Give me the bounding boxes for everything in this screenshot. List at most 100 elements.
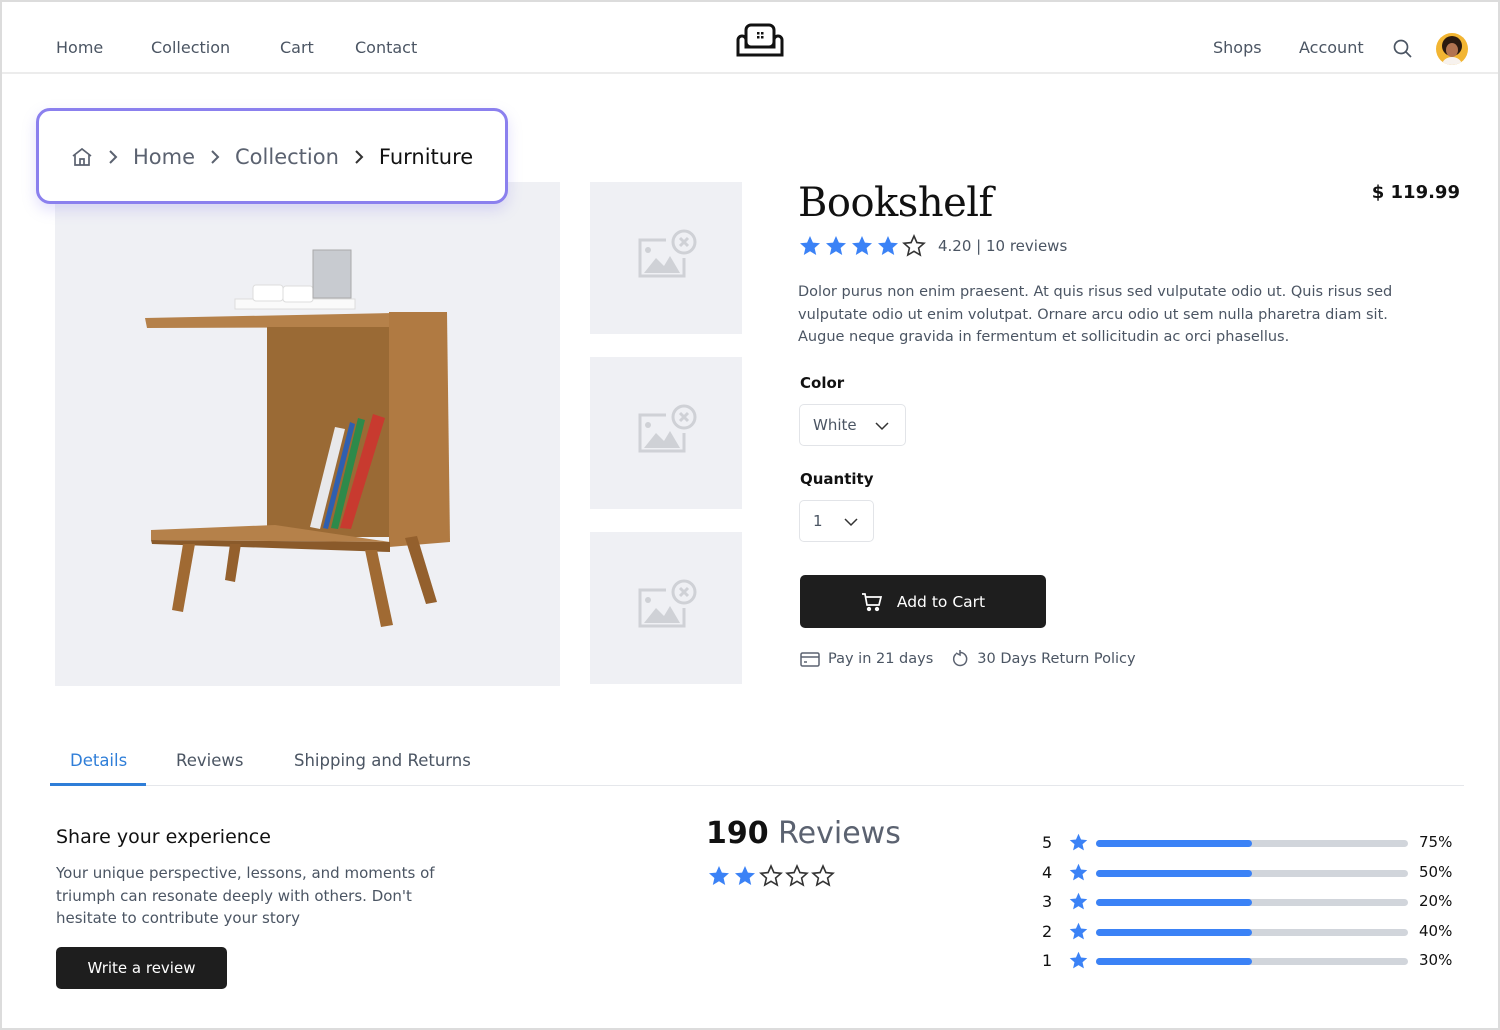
star-filled-icon — [878, 236, 898, 255]
star-empty-icon — [785, 864, 809, 887]
rating-bar-track — [1096, 928, 1408, 936]
rating-breakdown: 5 75% 4 50% 3 20% 2 40% 1 30% — [1042, 831, 1462, 979]
rating-row-4[interactable]: 4 50% — [1042, 861, 1462, 891]
avatar-portrait-icon — [1442, 36, 1462, 65]
product-rating: 4.20 | 10 reviews — [798, 234, 1067, 258]
thumbnail-1[interactable] — [590, 182, 742, 334]
tab-shipping-returns[interactable]: Shipping and Returns — [294, 751, 471, 784]
color-select[interactable]: White — [799, 404, 906, 446]
star-filled-icon — [826, 236, 846, 255]
share-heading: Share your experience — [56, 826, 271, 848]
chevron-right-icon — [109, 150, 118, 164]
star-empty-icon — [902, 234, 926, 257]
quantity-label: Quantity — [800, 470, 874, 488]
rating-bar-fill — [1096, 928, 1252, 936]
color-value: White — [813, 416, 857, 434]
rating-row-2[interactable]: 2 40% — [1042, 920, 1462, 950]
rating-row-stars-label: 4 — [1042, 862, 1053, 882]
nav-home[interactable]: Home — [56, 38, 103, 57]
thumbnail-2[interactable] — [590, 357, 742, 509]
color-label: Color — [800, 374, 845, 392]
tab-reviews[interactable]: Reviews — [176, 751, 243, 784]
page: Home Collection Cart Contact Shops Accou… — [2, 2, 1498, 1028]
rating-stars — [798, 234, 928, 258]
cart-icon — [861, 592, 882, 611]
active-tab-indicator — [50, 783, 146, 786]
nav-collection[interactable]: Collection — [151, 38, 230, 57]
rating-row-stars-label: 1 — [1042, 951, 1053, 970]
rating-row-3[interactable]: 3 20% — [1042, 890, 1462, 920]
breadcrumb: Home Collection Furniture — [36, 108, 508, 204]
perk-pay-later: Pay in 21 days — [800, 651, 933, 667]
rating-bar-track — [1096, 840, 1408, 847]
rating-bar-track — [1096, 899, 1408, 906]
breadcrumb-collection[interactable]: Collection — [235, 145, 339, 169]
rating-bar-track — [1096, 958, 1408, 965]
chevron-right-icon — [355, 150, 364, 164]
user-avatar[interactable] — [1436, 33, 1468, 65]
star-filled-icon — [1069, 863, 1088, 880]
rating-row-percent: 30% — [1419, 951, 1453, 969]
review-count-number: 190 — [706, 816, 769, 851]
product-price: $ 119.99 — [1371, 182, 1460, 203]
star-filled-icon — [1069, 833, 1088, 851]
nav-shops[interactable]: Shops — [1213, 38, 1262, 57]
star-filled-icon — [1069, 922, 1088, 939]
review-summary-stars — [707, 864, 837, 888]
rating-row-stars-label: 3 — [1042, 892, 1053, 911]
rating-bar-fill — [1096, 869, 1252, 877]
rating-row-5[interactable]: 5 75% — [1042, 831, 1462, 861]
perk-return-policy: 30 Days Return Policy — [951, 650, 1136, 668]
nav-account[interactable]: Account — [1299, 38, 1364, 57]
write-review-button[interactable]: Write a review — [56, 947, 227, 989]
add-to-cart-button[interactable]: Add to Cart — [800, 575, 1046, 628]
review-count: 190 Reviews — [706, 816, 901, 851]
breadcrumb-home[interactable]: Home — [133, 145, 195, 169]
star-filled-icon — [800, 236, 820, 255]
nav-contact[interactable]: Contact — [355, 38, 417, 57]
chevron-right-icon — [211, 150, 220, 164]
quantity-select[interactable]: 1 — [799, 500, 874, 542]
rating-row-stars-label: 5 — [1042, 833, 1053, 852]
top-nav: Home Collection Cart Contact Shops Accou… — [2, 2, 1498, 74]
star-empty-icon — [759, 864, 783, 887]
purchase-perks: Pay in 21 days 30 Days Return Policy — [800, 650, 1154, 668]
return-icon — [953, 650, 968, 667]
rating-row-percent: 40% — [1419, 921, 1453, 940]
product-title: Bookshelf — [798, 180, 993, 226]
broken-image-icon — [638, 404, 697, 453]
rating-bar-fill — [1096, 899, 1252, 906]
star-filled-icon — [852, 236, 872, 255]
product-main-image[interactable] — [55, 182, 560, 686]
sofa-icon[interactable] — [734, 20, 786, 60]
broken-image-icon — [638, 229, 697, 278]
rating-row-stars-label: 2 — [1042, 921, 1053, 941]
search-icon[interactable] — [1392, 38, 1414, 60]
star-filled-icon — [1069, 951, 1088, 969]
rating-row-percent: 75% — [1419, 833, 1453, 851]
share-description: Your unique perspective, lessons, and mo… — [56, 864, 435, 927]
add-to-cart-label: Add to Cart — [896, 592, 986, 611]
rating-row-1[interactable]: 1 30% — [1042, 949, 1462, 979]
star-filled-icon — [735, 866, 755, 885]
rating-bar-fill — [1096, 840, 1252, 847]
product-description: Dolor purus non enim praesent. At quis r… — [798, 284, 1393, 345]
quantity-value: 1 — [813, 512, 823, 530]
rating-row-percent: 20% — [1419, 892, 1453, 910]
home-icon[interactable] — [71, 147, 93, 167]
star-filled-icon — [1069, 892, 1088, 910]
thumbnail-3[interactable] — [590, 532, 742, 684]
tab-details[interactable]: Details — [70, 751, 127, 784]
perk-pay-text: Pay in 21 days — [828, 651, 934, 667]
chevron-down-icon — [875, 422, 889, 431]
rating-text[interactable]: 4.20 | 10 reviews — [938, 237, 1067, 255]
nav-cart[interactable]: Cart — [280, 38, 314, 57]
review-count-label: Reviews — [778, 816, 901, 851]
broken-image-icon — [638, 579, 697, 628]
credit-card-icon — [800, 651, 820, 667]
bookshelf-photo — [145, 249, 450, 627]
rating-bar-track — [1096, 869, 1408, 877]
breadcrumb-current: Furniture — [378, 145, 474, 169]
star-filled-icon — [709, 866, 729, 885]
chevron-down-icon — [844, 518, 858, 527]
